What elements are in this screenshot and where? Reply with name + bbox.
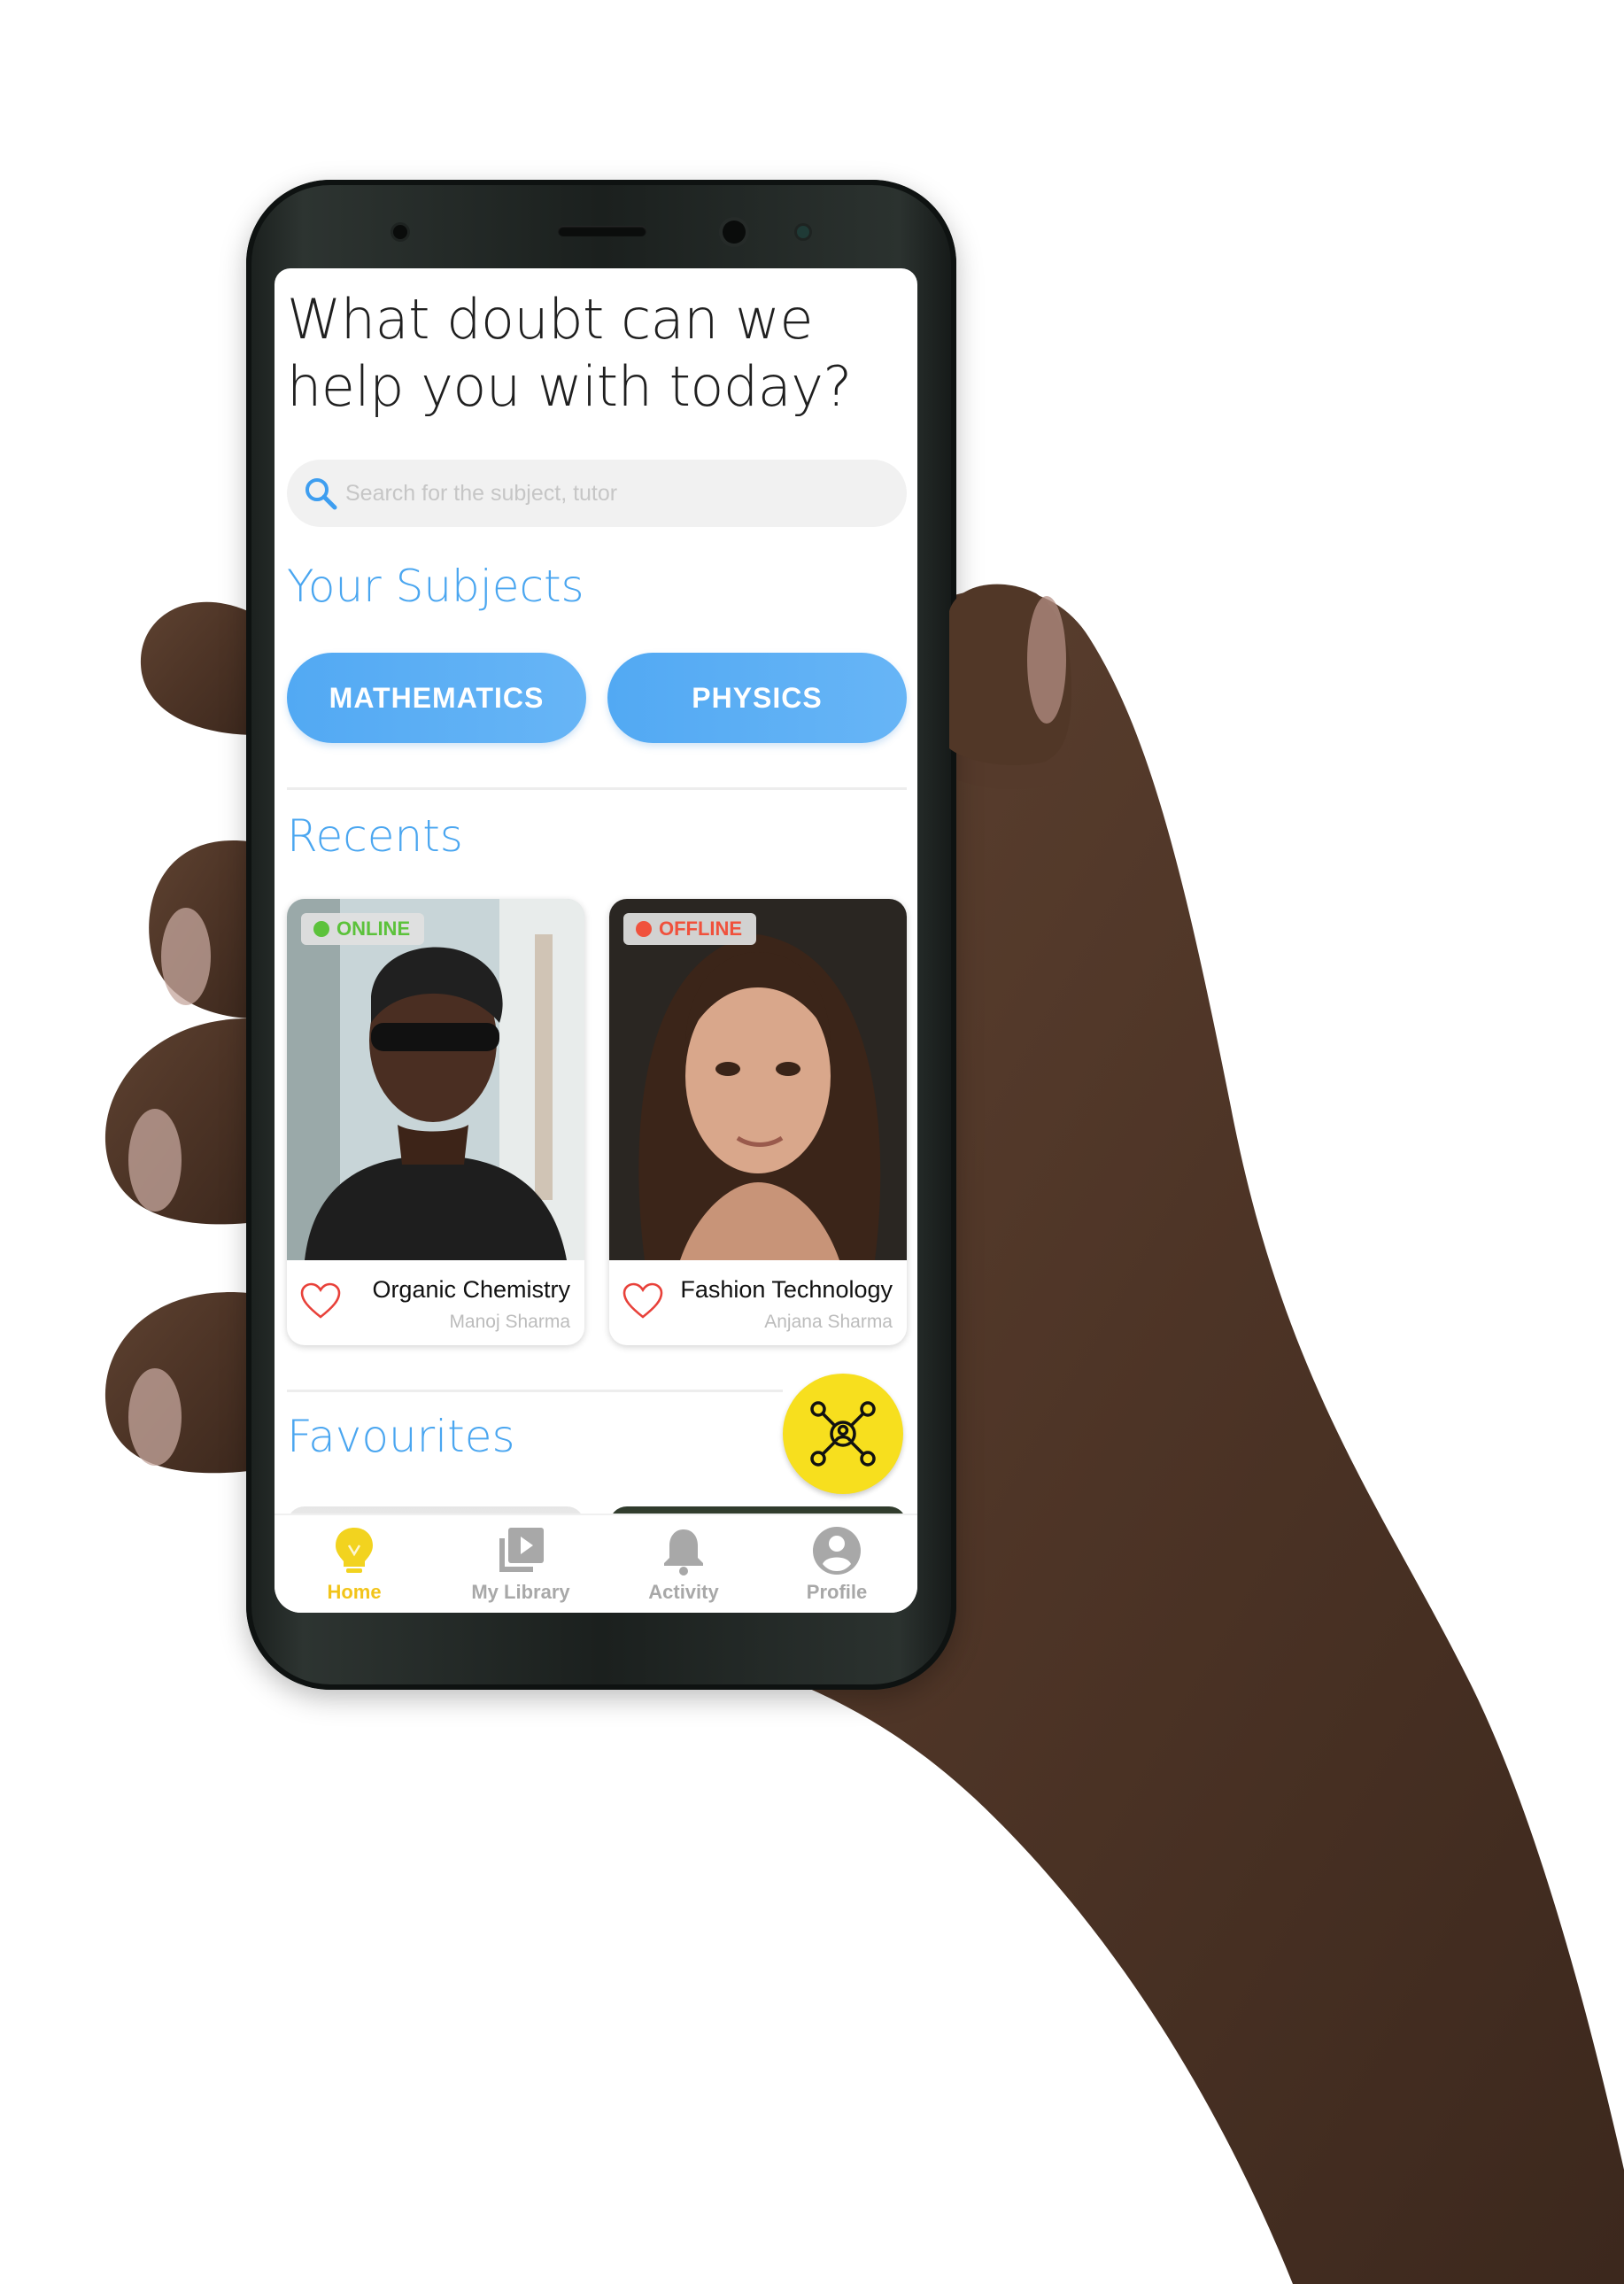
- thumb-overlay: [949, 584, 1071, 766]
